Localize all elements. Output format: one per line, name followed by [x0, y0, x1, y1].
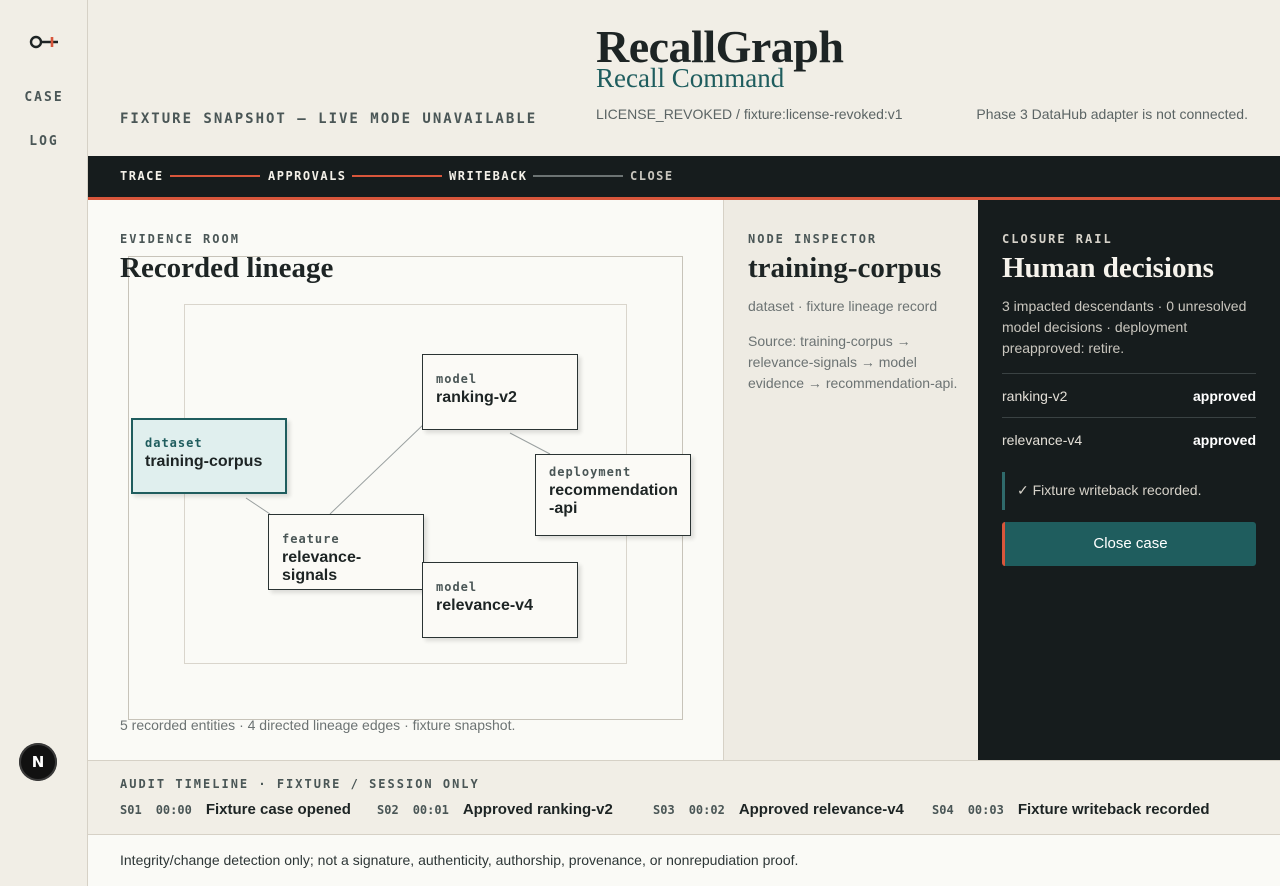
event-time: 00:01 — [412, 803, 449, 817]
event-id: S01 — [120, 803, 142, 817]
event-id: S03 — [653, 803, 675, 817]
decision-row[interactable]: relevance-v4 approved — [1002, 417, 1256, 461]
writeback-note: ✓ Fixture writeback recorded. — [1002, 472, 1256, 510]
app-subtitle: Recall Command — [596, 63, 785, 93]
node-kind: model — [436, 372, 478, 386]
page-header: FIXTURE SNAPSHOT — LIVE MODE UNAVAILABLE… — [88, 0, 1280, 156]
step-trace[interactable]: TRACE — [120, 169, 164, 183]
step-connector — [170, 175, 260, 177]
node-kind: dataset — [145, 436, 203, 450]
closure-title: Human decisions — [1002, 252, 1214, 284]
event-text: Approved relevance-v4 — [738, 801, 904, 818]
decision-row[interactable]: ranking-v2 approved — [1002, 373, 1256, 417]
node-name: relevance-signals — [282, 549, 362, 584]
step-approvals[interactable]: APPROVALS — [268, 169, 347, 183]
event-time: 00:03 — [967, 803, 1004, 817]
event-id: S02 — [377, 803, 399, 817]
timeline-event: S02 00:01 Approved ranking-v2 — [377, 801, 613, 818]
inspector-meta: dataset · fixture lineage record — [748, 298, 938, 314]
left-rail: CASE LOG N — [0, 0, 88, 886]
workflow-stepper: TRACE APPROVALS WRITEBACK CLOSE — [88, 156, 1280, 200]
snapshot-notice: FIXTURE SNAPSHOT — LIVE MODE UNAVAILABLE — [120, 111, 538, 127]
event-time: 00:02 — [688, 803, 725, 817]
node-kind: model — [436, 580, 478, 594]
step-close[interactable]: CLOSE — [630, 169, 674, 183]
evidence-room: EVIDENCE ROOM Recorded lineage dataset t… — [88, 200, 724, 760]
node-training-corpus[interactable]: dataset training-corpus — [131, 418, 287, 494]
lineage-edge — [509, 432, 551, 455]
inspector-title: training-corpus — [748, 252, 942, 284]
inspector-source: Source: training-corpus → relevance-sign… — [748, 333, 958, 391]
node-relevance-v4[interactable]: model relevance-v4 — [422, 562, 578, 638]
nav-case[interactable]: CASE — [0, 90, 88, 105]
node-ranking-v2[interactable]: model ranking-v2 — [422, 354, 578, 430]
section-eyebrow: NODE INSPECTOR — [748, 232, 878, 246]
decision-name: ranking-v2 — [1002, 388, 1068, 404]
node-kind: feature — [282, 532, 340, 546]
node-relevance-signals[interactable]: feature relevance-signals — [268, 514, 424, 590]
section-title: Recorded lineage — [120, 252, 334, 284]
event-text: Fixture case opened — [205, 801, 351, 818]
node-name: recommendation-api — [549, 482, 678, 517]
event-text: Fixture writeback recorded — [1017, 801, 1210, 818]
closure-rail: CLOSURE RAIL Human decisions 3 impacted … — [978, 200, 1280, 760]
timeline-event: S03 00:02 Approved relevance-v4 — [653, 801, 904, 818]
close-case-button[interactable]: Close case — [1002, 522, 1256, 566]
decision-name: relevance-v4 — [1002, 432, 1083, 448]
node-inspector: NODE INSPECTOR training-corpus dataset ·… — [724, 200, 978, 760]
node-recommendation-api[interactable]: deployment recommendation-api — [535, 454, 691, 536]
node-name: ranking-v2 — [436, 389, 517, 406]
graph-caption: 5 recorded entities · 4 directed lineage… — [120, 717, 516, 733]
node-name: training-corpus — [145, 453, 263, 470]
event-time: 00:00 — [155, 803, 192, 817]
lineage-edge — [329, 423, 425, 515]
lineage-edge — [245, 497, 271, 515]
step-connector — [533, 175, 623, 177]
step-writeback[interactable]: WRITEBACK — [449, 169, 528, 183]
closure-summary: 3 impacted descendants · 0 unresolved mo… — [1002, 298, 1247, 356]
audit-timeline: AUDIT TIMELINE · FIXTURE / SESSION ONLY … — [88, 760, 1280, 835]
timeline-event: S01 00:00 Fixture case opened — [120, 801, 351, 818]
footer: Integrity/change detection only; not a s… — [88, 835, 1280, 886]
decision-status: approved — [1192, 432, 1256, 448]
decision-status: approved — [1192, 388, 1256, 404]
node-kind: deployment — [549, 465, 632, 479]
nav-log[interactable]: LOG — [0, 134, 88, 149]
case-identifier: LICENSE_REVOKED / fixture:license-revoke… — [596, 106, 903, 122]
section-eyebrow: AUDIT TIMELINE · FIXTURE / SESSION ONLY — [120, 777, 480, 791]
timeline-event: S04 00:03 Fixture writeback recorded — [932, 801, 1210, 818]
node-name: relevance-v4 — [436, 597, 533, 614]
step-connector — [352, 175, 442, 177]
user-badge[interactable]: N — [19, 743, 57, 781]
section-eyebrow: EVIDENCE ROOM — [120, 232, 240, 246]
event-text: Approved ranking-v2 — [462, 801, 613, 818]
section-eyebrow: CLOSURE RAIL — [1002, 232, 1113, 246]
adapter-status: Phase 3 DataHub adapter is not connected… — [976, 106, 1248, 122]
key-icon[interactable] — [29, 32, 59, 52]
integrity-disclaimer: Integrity/change detection only; not a s… — [120, 852, 799, 868]
event-id: S04 — [932, 803, 954, 817]
